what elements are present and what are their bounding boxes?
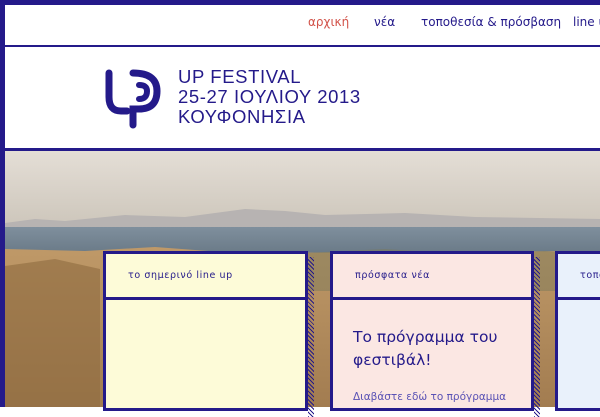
recent-news-card: πρόσφατα νέα Το πρόγραμμα του φεστιβάλ! … [330, 251, 540, 417]
festival-name: UP FESTIVAL [178, 66, 302, 87]
nav-item-lineup[interactable]: line u [573, 15, 600, 29]
up-festival-logo-icon[interactable] [105, 69, 163, 129]
recent-news-heading[interactable]: πρόσφατα νέα [333, 254, 531, 300]
nav-item-location[interactable]: τοποθεσία & πρόσβαση [421, 15, 561, 29]
festival-location: ΚΟΥΦΟΝΗΣΙΑ [178, 106, 306, 127]
festival-title: UP FESTIVAL 25-27 ΙΟΥΛΙΟΥ 2013 ΚΟΥΦΟΝΗΣΙ… [178, 67, 361, 127]
location-card: τοπο [555, 251, 600, 411]
festival-dates: 25-27 ΙΟΥΛΙΟΥ 2013 [178, 86, 361, 107]
card-shadow-stripe [534, 257, 540, 417]
site-header: UP FESTIVAL 25-27 ΙΟΥΛΙΟΥ 2013 ΚΟΥΦΟΝΗΣΙ… [5, 47, 600, 151]
news-title-line1: Το πρόγραμμα του [353, 328, 498, 346]
location-card-heading[interactable]: τοπο [558, 254, 600, 300]
news-article-teaser[interactable]: Διαβάστε εδώ το πρόγραμμα [353, 391, 506, 403]
nav-item-news[interactable]: νέα [374, 15, 395, 29]
news-article-title[interactable]: Το πρόγραμμα του φεστιβάλ! [353, 326, 497, 372]
today-lineup-heading[interactable]: το σημερινό line up [106, 254, 305, 300]
card-shadow-stripe [308, 257, 314, 417]
today-lineup-card: το σημερινό line up [103, 251, 314, 417]
nav-item-home[interactable]: αρχική [308, 15, 349, 29]
top-navigation: αρχική νέα τοποθεσία & πρόσβαση line u [5, 5, 600, 47]
news-title-line2: φεστιβάλ! [353, 351, 432, 369]
